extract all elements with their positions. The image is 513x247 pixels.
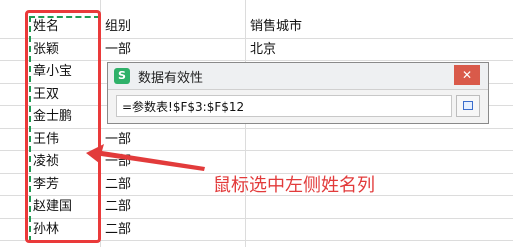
annotation-text: 鼠标选中左侧姓名列: [213, 175, 375, 196]
red-arrow-icon: [86, 144, 205, 171]
annotation-arrow: [86, 144, 205, 171]
